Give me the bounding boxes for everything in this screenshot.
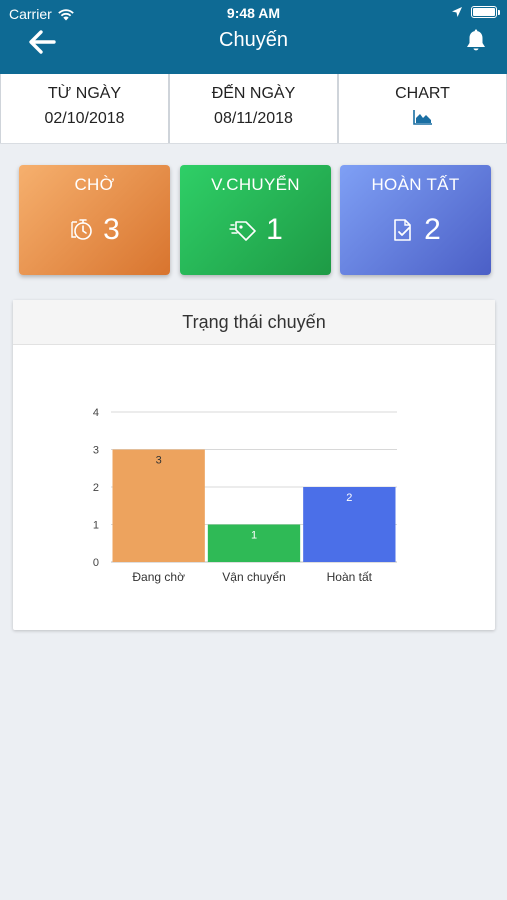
card-waiting[interactable]: CHỜ 3 [19,165,170,275]
x-tick-label: Hoàn tất [327,570,373,584]
area-chart-icon [412,110,432,125]
status-time: 9:48 AM [226,5,281,21]
card-completed-label: HOÀN TẤT [371,175,460,194]
y-tick-label: 0 [93,557,99,569]
filter-tabs: TỪ NGÀY 02/10/2018 ĐẾN NGÀY 08/11/2018 C… [0,74,507,144]
bar-chart: 0 1 2 3 4 3 Đang chờ 1 Vận chuyển 2 Hoàn tất [93,407,397,584]
bell-icon[interactable] [463,28,489,54]
from-date-label: TỪ NGÀY [47,85,122,102]
card-waiting-count: 3 [103,213,120,246]
shipping-icon [229,221,256,241]
tab-chart[interactable]: CHART [338,74,507,143]
card-waiting-row: 3 [19,213,170,247]
from-date-value: 02/10/2018 [44,110,125,127]
status-right [451,6,500,18]
app-header: Carrier 9:48 AM Chuyến [0,0,507,74]
card-shipping-label: V.CHUYỂN [211,175,300,194]
tab-to-date[interactable]: ĐẾN NGÀY 08/11/2018 [169,74,338,143]
tab-from-date[interactable]: TỪ NGÀY 02/10/2018 [0,74,169,143]
bar-data-label: 3 [156,455,162,467]
chart-tab-label: CHART [395,85,450,102]
card-completed-count: 2 [424,213,441,246]
nav-bar: Chuyến [0,22,507,62]
card-completed[interactable]: HOÀN TẤT 2 [340,165,491,275]
y-tick-label: 4 [93,407,99,419]
x-tick-label: Đang chờ [132,570,185,584]
chart-panel-title: Trạng thái chuyến [13,300,495,345]
page-title: Chuyến [219,29,288,51]
location-arrow-icon [452,7,462,17]
y-tick-label: 1 [93,520,99,532]
status-cards: CHỜ 3 V.CHUYỂN 1 HOÀN TẤT 2 [19,165,491,275]
to-date-value: 08/11/2018 [214,110,293,127]
y-tick-label: 2 [93,482,99,494]
chart-panel: Trạng thái chuyến 0 1 2 3 4 3 Đang chờ 1 Vận chu… [13,300,495,630]
to-date-label: ĐẾN NGÀY [211,85,296,102]
card-waiting-label: CHỜ [74,175,115,194]
y-tick-label: 3 [93,445,99,457]
card-shipping-row: 1 [180,213,331,247]
x-tick-label: Vận chuyển [222,570,285,584]
card-completed-row: 2 [340,213,491,247]
battery-icon [471,6,500,18]
bar-data-label: 2 [346,492,352,504]
card-shipping-count: 1 [266,213,283,246]
bar-data-label: 1 [251,530,257,542]
card-shipping[interactable]: V.CHUYỂN 1 [180,165,331,275]
document-check-icon [394,219,411,241]
timer-icon [71,219,92,240]
